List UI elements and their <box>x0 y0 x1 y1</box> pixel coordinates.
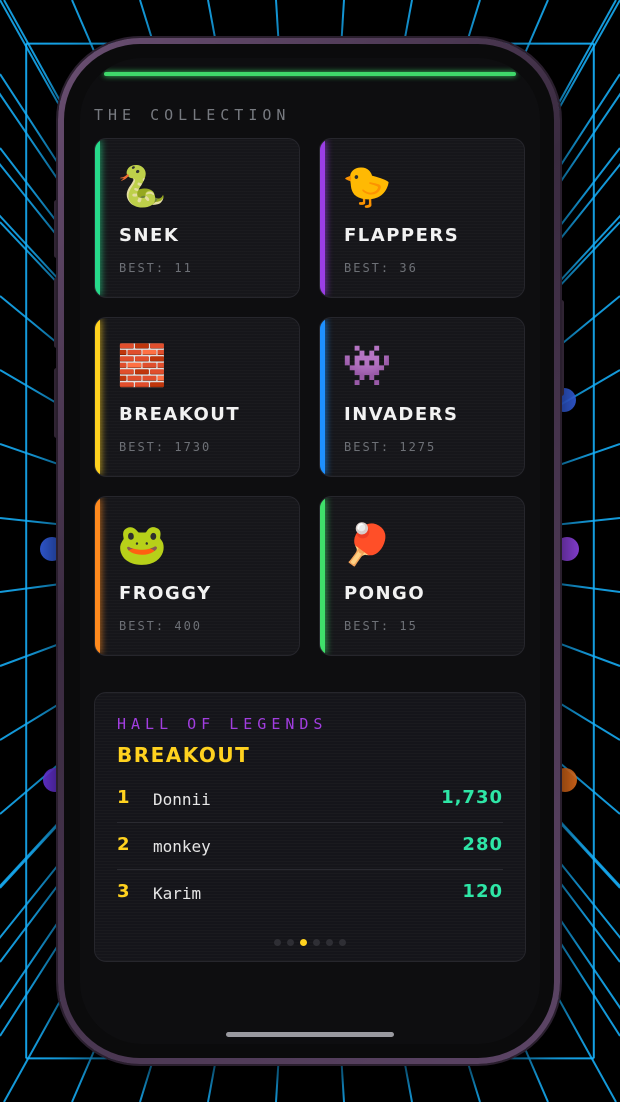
game-name: PONGO <box>344 583 426 604</box>
game-card-snek[interactable]: 🐍 SNEK BEST: 11 <box>94 138 300 298</box>
leaderboard-row: 1 Donnii 1,730 <box>117 777 503 823</box>
leaderboard-score: 1,730 <box>441 787 503 808</box>
alien-icon: 👾 <box>342 343 392 389</box>
leaderboard-score: 120 <box>462 881 503 902</box>
chick-icon: 🐤 <box>342 164 392 210</box>
home-indicator[interactable] <box>226 1032 394 1037</box>
game-card-pongo[interactable]: 🏓 PONGO BEST: 15 <box>319 496 525 656</box>
pager-dot-active[interactable] <box>300 939 307 946</box>
card-accent <box>95 497 100 655</box>
game-name: FROGGY <box>119 583 212 604</box>
card-accent <box>320 497 325 655</box>
row-divider <box>117 822 503 823</box>
card-accent <box>95 318 100 476</box>
game-best-score: BEST: 15 <box>344 619 418 633</box>
row-divider <box>117 869 503 870</box>
legends-game-title: BREAKOUT <box>117 743 251 767</box>
top-progress-bar <box>104 72 516 76</box>
game-best-score: BEST: 11 <box>119 261 193 275</box>
game-card-invaders[interactable]: 👾 INVADERS BEST: 1275 <box>319 317 525 477</box>
pager-dot[interactable] <box>326 939 333 946</box>
brick-icon: 🧱 <box>117 343 167 389</box>
snake-icon: 🐍 <box>117 164 167 210</box>
game-name: INVADERS <box>344 404 459 425</box>
leaderboard-player: Karim <box>153 884 202 903</box>
leaderboard-rank: 1 <box>117 787 130 808</box>
game-card-breakout[interactable]: 🧱 BREAKOUT BEST: 1730 <box>94 317 300 477</box>
card-accent <box>95 139 100 297</box>
leaderboard-player: monkey <box>153 837 211 856</box>
leaderboard-row: 2 monkey 280 <box>117 824 503 870</box>
leaderboard-row: 3 Karim 120 <box>117 871 503 917</box>
game-best-score: BEST: 36 <box>344 261 418 275</box>
ping-pong-icon: 🏓 <box>342 522 392 568</box>
leaderboard-player: Donnii <box>153 790 211 809</box>
leaderboard-score: 280 <box>462 834 503 855</box>
legends-heading: HALL OF LEGENDS <box>117 715 328 733</box>
leaderboard-rank: 3 <box>117 881 130 902</box>
pager-dot[interactable] <box>274 939 281 946</box>
game-name: SNEK <box>119 225 180 246</box>
game-best-score: BEST: 400 <box>119 619 203 633</box>
leaderboard-rank: 2 <box>117 834 130 855</box>
game-name: FLAPPERS <box>344 225 460 246</box>
hall-of-legends-panel[interactable]: HALL OF LEGENDS BREAKOUT 1 Donnii 1,730 … <box>94 692 526 962</box>
pager-dots[interactable] <box>95 931 525 950</box>
game-best-score: BEST: 1275 <box>344 440 437 454</box>
card-accent <box>320 318 325 476</box>
card-accent <box>320 139 325 297</box>
pager-dot[interactable] <box>339 939 346 946</box>
game-card-flappers[interactable]: 🐤 FLAPPERS BEST: 36 <box>319 138 525 298</box>
pager-dot[interactable] <box>287 939 294 946</box>
collection-title: THE COLLECTION <box>94 106 291 124</box>
frog-icon: 🐸 <box>117 522 167 568</box>
game-best-score: BEST: 1730 <box>119 440 212 454</box>
game-name: BREAKOUT <box>119 404 241 425</box>
pager-dot[interactable] <box>313 939 320 946</box>
game-card-froggy[interactable]: 🐸 FROGGY BEST: 400 <box>94 496 300 656</box>
phone-screen: THE COLLECTION 🐍 SNEK BEST: 11 🐤 FLAPPER… <box>80 58 540 1044</box>
